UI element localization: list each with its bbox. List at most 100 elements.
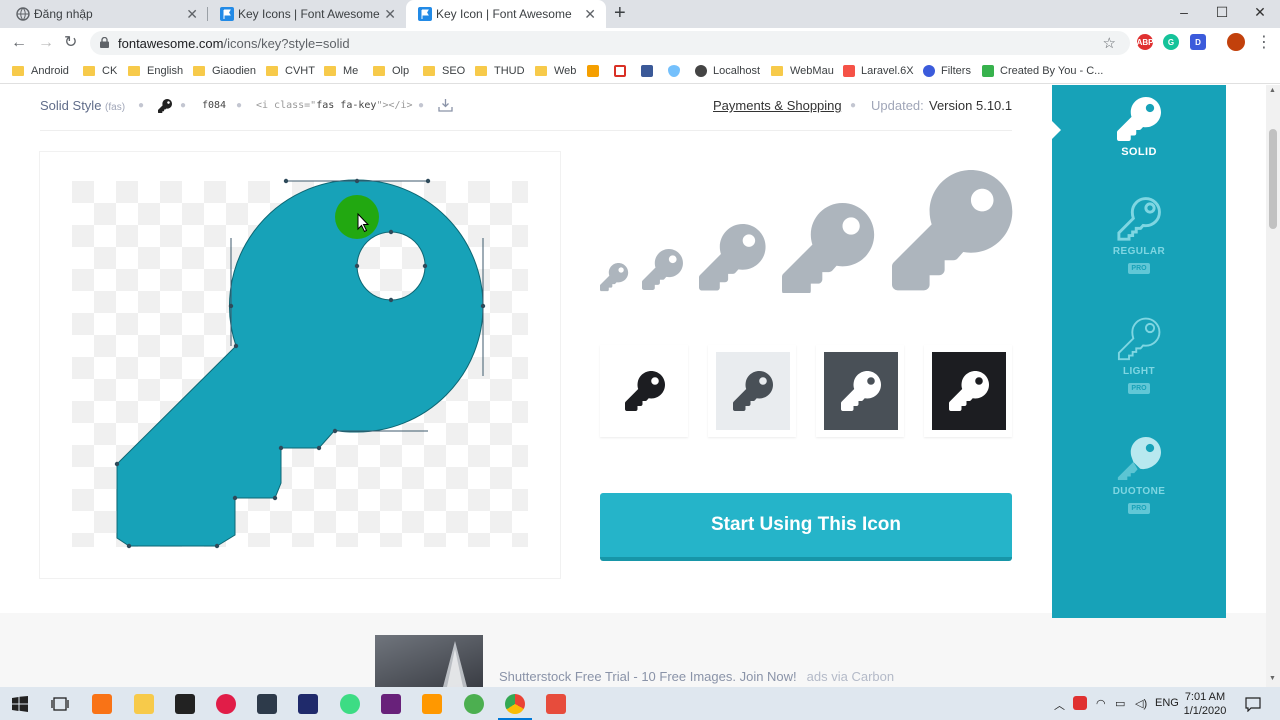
bookmark-me[interactable]: Me [324,63,358,79]
bookmark-created-by-you[interactable]: Created By You - C... [982,63,1103,79]
bookmark-label: Olp [392,65,410,77]
maximize-icon[interactable]: ☐ [1212,4,1232,21]
tile-background [824,352,898,430]
menu-dots-icon[interactable]: ⋮ [1256,34,1272,52]
notification-center-icon[interactable] [1245,696,1261,712]
close-window-icon[interactable]: ✕ [1250,4,1270,21]
task-view-icon[interactable] [51,696,69,712]
bookmark-seo[interactable]: SEO [423,63,465,79]
style-option-light[interactable]: LIGHT PRO [1052,317,1226,394]
folder-icon [423,66,435,76]
file-explorer-icon[interactable] [134,694,154,714]
scrollbar-thumb[interactable] [1269,129,1277,229]
preview-tile-white[interactable] [600,345,688,437]
bookmark-cvht[interactable]: CVHT [266,63,315,79]
globe-icon [695,65,707,77]
red-app-icon[interactable] [546,694,566,714]
ooo-app-icon[interactable] [216,694,236,714]
start-using-icon-button[interactable]: Start Using This Icon [600,493,1012,561]
style-prefix: (fas) [105,102,126,113]
meta-separator: ● [850,100,857,111]
new-tab-button[interactable]: + [614,3,626,23]
style-option-solid[interactable]: SOLID [1052,97,1226,158]
ad-headline[interactable]: Shutterstock Free Trial - 10 Free Images… [499,669,797,684]
dev-cpp-icon[interactable] [298,694,318,714]
bookmark-english[interactable]: English [128,63,183,79]
minimize-icon[interactable]: – [1174,4,1194,20]
reload-icon[interactable]: ↻ [64,34,77,52]
bookmark-star-icon[interactable]: ☆ [1103,34,1116,52]
green-app-icon[interactable] [464,694,484,714]
bookmark-olp[interactable]: Olp [373,63,409,79]
url-host: fontawesome.com [118,36,224,51]
volume-icon[interactable]: ◁) [1135,697,1147,710]
version-value: Version 5.10.1 [929,98,1013,113]
bookmark-facebook[interactable] [641,63,659,79]
bookmark-webmau[interactable]: WebMau [771,63,834,79]
icon-canvas[interactable] [40,152,560,578]
meta-separator: ● [418,100,425,111]
bookmark-android[interactable]: Android [12,63,69,79]
bookmark-gmail[interactable] [614,63,632,79]
sublime-text-icon[interactable] [422,694,442,714]
style-option-duotone[interactable]: DUOTONE PRO [1052,437,1226,514]
xampp-icon[interactable] [92,694,112,714]
unicode-value[interactable]: f084 [202,100,226,111]
preview-tile-black[interactable] [924,345,1012,437]
bookmark-pma[interactable] [587,63,605,79]
close-icon[interactable]: ✕ [584,6,596,22]
tools-icon[interactable] [257,694,277,714]
tab-key-icons[interactable]: Key Icons | Font Awesome ✕ [208,0,406,28]
windows-start-icon[interactable] [12,696,28,712]
preview-tile-light-gray[interactable] [708,345,796,437]
system-clock[interactable]: 7:01 AM 1/1/2020 [1180,690,1230,718]
profile-avatar[interactable] [1227,33,1245,51]
download-icon[interactable] [438,98,453,112]
bookmark-giaodien[interactable]: Giaodien [193,63,256,79]
close-icon[interactable]: ✕ [186,6,198,22]
ad-via-carbon[interactable]: ads via Carbon [807,669,894,684]
scroll-down-icon[interactable]: ▼ [1269,675,1276,682]
adblock-extension-icon[interactable]: ABP [1137,34,1153,50]
forward-arrow-icon[interactable]: → [38,34,54,52]
tab-dang-nhap[interactable]: Đăng nhập ✕ [4,0,208,28]
bookmark-filters[interactable]: Filters [923,63,971,79]
code-class: fas fa-key [316,100,377,111]
key-canvas-svg[interactable] [40,152,560,578]
html-snippet[interactable]: <i class="fas fa-key"></i> [256,100,413,111]
bookmark-laravel[interactable]: Laravel.6X [843,63,914,79]
grammarly-extension-icon[interactable]: G [1163,34,1179,50]
notes-icon[interactable] [175,694,195,714]
ad-text[interactable]: Shutterstock Free Trial - 10 Free Images… [499,669,894,684]
bookmark-web[interactable]: Web [535,63,576,79]
key-icon[interactable] [158,99,172,113]
close-icon[interactable]: ✕ [384,6,396,22]
page-scrollbar[interactable]: ▲ ▼ [1266,85,1280,687]
tab-key-icon-active[interactable]: Key Icon | Font Awesome ✕ [406,0,606,28]
pro-badge: PRO [1128,383,1150,394]
d-extension-icon[interactable]: D [1190,34,1206,50]
ad-image[interactable] [375,635,483,687]
back-arrow-icon[interactable]: ← [11,34,27,52]
wifi-icon[interactable]: ◠ [1096,697,1106,710]
preview-tile-dark-gray[interactable] [816,345,904,437]
tray-chevron-icon[interactable]: ︿ [1054,697,1065,713]
category-link[interactable]: Payments & Shopping [713,98,842,113]
bookmark-label: English [147,65,184,77]
bookmark-ck[interactable]: CK [83,63,117,79]
address-bar[interactable]: fontawesome.com/icons/key?style=solid ☆ [90,31,1130,55]
style-switcher-panel: SOLID REGULAR PRO LIGHT PRO DUOTONE PRO [1052,85,1226,618]
key-icon-regular [1117,197,1161,241]
chrome-icon[interactable] [505,694,525,714]
language-indicator[interactable]: ENG [1155,697,1179,709]
vietkey-tray-icon[interactable] [1073,696,1087,710]
bookmark-thud[interactable]: THUD [475,63,525,79]
scroll-up-icon[interactable]: ▲ [1269,87,1276,94]
key-icon-solid [1117,97,1161,141]
bookmark-localhost[interactable]: Localhost [695,63,760,79]
visual-studio-icon[interactable] [381,694,401,714]
bookmark-shield[interactable] [668,63,686,79]
android-studio-icon[interactable] [340,694,360,714]
style-option-regular[interactable]: REGULAR PRO [1052,197,1226,274]
battery-icon[interactable]: ▭ [1115,697,1125,710]
